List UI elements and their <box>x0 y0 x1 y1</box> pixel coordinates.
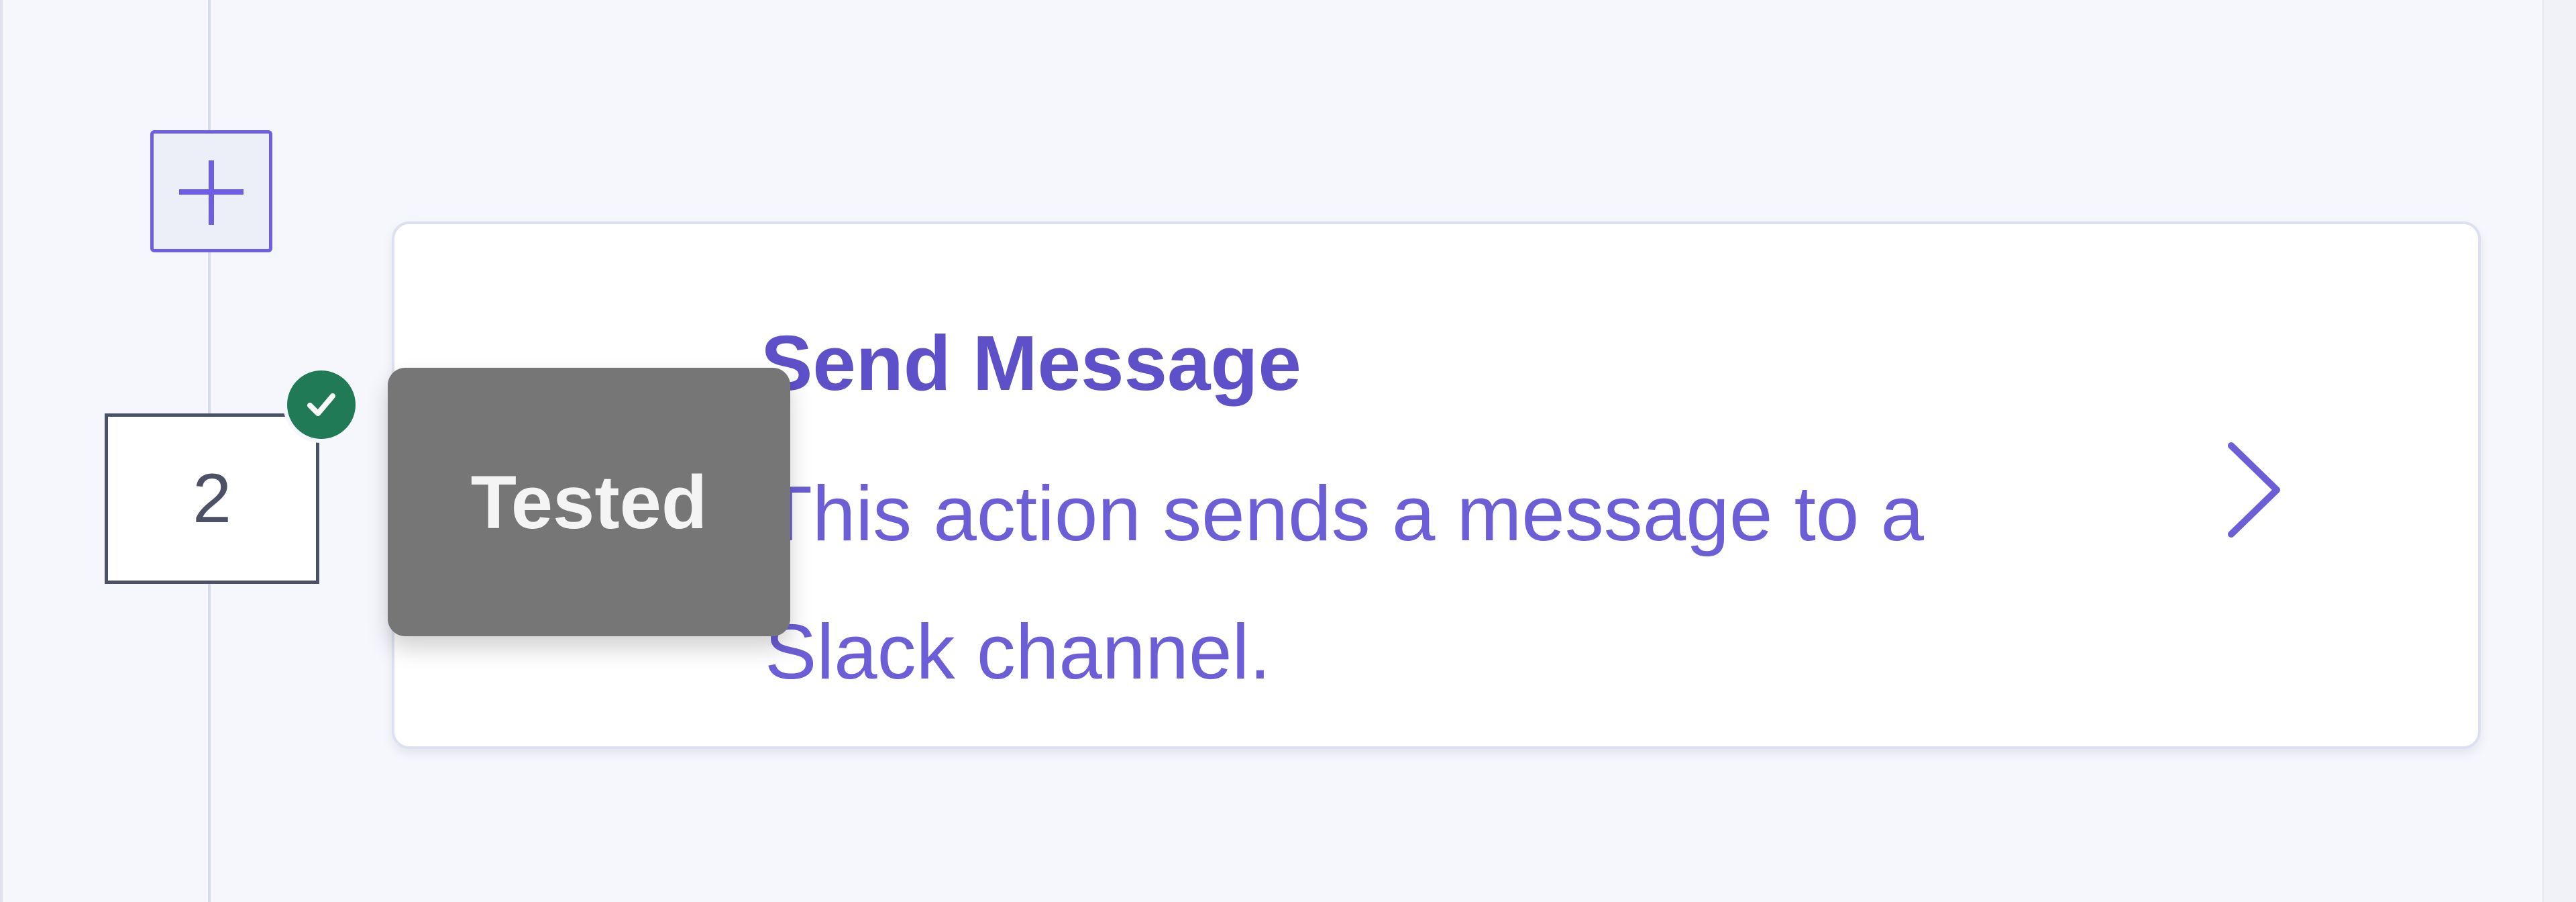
workflow-editor-canvas: 2 Send Message This action sends a messa… <box>0 0 2576 902</box>
chevron-right-icon[interactable] <box>2219 436 2293 544</box>
check-icon-glyph <box>307 393 335 416</box>
tested-tooltip: Tested <box>388 368 790 636</box>
plus-icon-vertical <box>209 160 214 225</box>
right-scroll-gutter[interactable] <box>2542 0 2576 902</box>
check-icon <box>283 366 360 443</box>
add-step-button[interactable] <box>150 130 272 252</box>
step-card-title: Send Message <box>761 319 1301 407</box>
step-card-description: This action sends a message to a Slack c… <box>765 470 1925 695</box>
step-number: 2 <box>105 413 319 584</box>
left-divider <box>0 0 3 902</box>
